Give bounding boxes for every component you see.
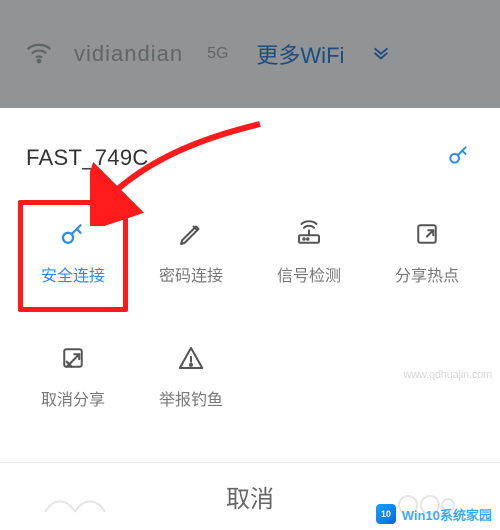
warning-icon [173, 340, 209, 376]
bg-band: 5G [207, 45, 228, 63]
key-icon [446, 142, 472, 173]
footer-ghost-left-icon [40, 477, 110, 517]
tile-label: 举报钓鱼 [159, 386, 223, 410]
bg-ssid: vidiandian [74, 41, 183, 67]
wifi-icon [22, 35, 56, 74]
tile-label: 分享热点 [395, 262, 459, 286]
sheet-footer: 取消 [0, 462, 500, 530]
tile-secure-connect[interactable]: 安全连接 [14, 195, 132, 307]
footer-ghost-right-icon [390, 477, 460, 517]
tile-label: 取消分享 [41, 386, 105, 410]
key-icon [55, 216, 91, 252]
background-dimmed-layer: vidiandian 5G 更多WiFi [0, 0, 500, 108]
tile-report-phishing[interactable]: 举报钓鱼 [132, 319, 250, 431]
tile-share-hotspot[interactable]: 分享热点 [368, 195, 486, 307]
tile-password-connect[interactable]: 密码连接 [132, 195, 250, 307]
sheet-title: FAST_749C [26, 145, 149, 171]
cancel-button[interactable]: 取消 [226, 479, 274, 514]
pencil-icon [173, 216, 209, 252]
tile-cancel-share[interactable]: 取消分享 [14, 319, 132, 431]
chevron-down-icon [370, 41, 392, 68]
router-icon [291, 216, 327, 252]
share-cancel-icon [55, 340, 91, 376]
more-wifi-link[interactable]: 更多WiFi [256, 38, 344, 70]
tile-label: 密码连接 [159, 262, 223, 286]
tile-signal-test[interactable]: 信号检测 [250, 195, 368, 307]
tile-label: 信号检测 [277, 262, 341, 286]
wifi-action-sheet: FAST_749C 安全连接 [0, 108, 500, 530]
action-grid: 安全连接 密码连接 信号检测 [0, 195, 500, 431]
tile-label: 安全连接 [41, 262, 105, 286]
share-icon [409, 216, 445, 252]
